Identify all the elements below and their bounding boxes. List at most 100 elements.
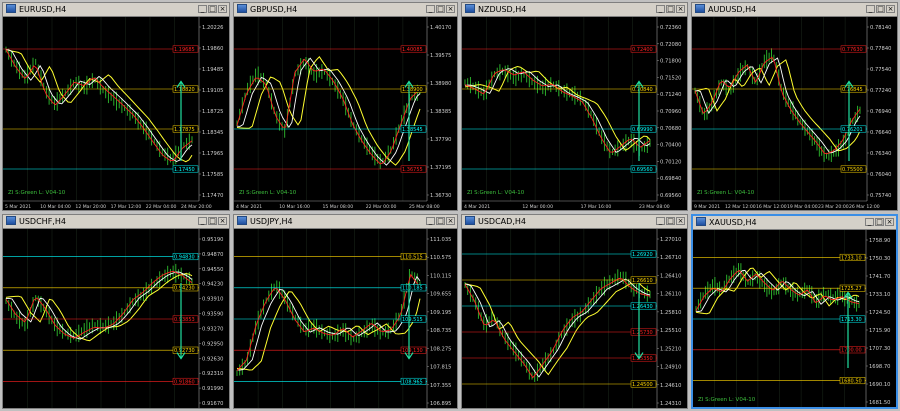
maximize-icon[interactable]: □	[876, 5, 885, 13]
price-tick-label: 1758.90	[869, 238, 890, 244]
maximize-icon[interactable]: □	[666, 217, 675, 225]
chart-title-bar[interactable]: GBPUSD,H4 _ □ ×	[234, 3, 457, 17]
chart-title-bar[interactable]: USDCHF,H4 _ □ ×	[3, 215, 229, 229]
chart-plot-area[interactable]: 1.20226 1.19860 1.19485 1.19105 1.18725 1.183…	[3, 17, 229, 210]
time-tick-label: 19 Mar 04:00	[787, 204, 818, 210]
chart-window-audusd[interactable]: AUDUSD,H4 _ □ × 0.78140 0.77840 0.77540 0.77240…	[691, 2, 898, 211]
price-tick-label: 0.93910	[202, 297, 223, 303]
price-level-label: 0.94230	[174, 286, 195, 292]
price-level-label: 1.38545	[402, 127, 423, 133]
chart-plot-area[interactable]: 0.72360 0.72080 0.71800 0.71520 0.71240 0.709…	[462, 17, 687, 210]
minimize-icon[interactable]: _	[865, 218, 874, 226]
price-tick-label: 0.94870	[202, 252, 223, 258]
price-tick-label: 107.815	[430, 365, 451, 371]
minimize-icon[interactable]: _	[198, 5, 207, 13]
chart-window-usdcad[interactable]: USDCAD,H4 _ □ × 1.27010 1.26710 1.26410 1.26110…	[461, 214, 688, 409]
price-tick-label: 1.37790	[430, 137, 451, 143]
price-tick-label: 0.95190	[202, 237, 223, 243]
price-chart: 111.035 110.575 110.115 109.655 109.195 108.7…	[234, 229, 451, 408]
chart-plot-area[interactable]: 1.27010 1.26710 1.26410 1.26110 1.25810 1.255…	[462, 229, 687, 408]
price-tick-label: 1750.30	[869, 256, 890, 262]
time-tick-label: 17 Mar 12:00	[111, 204, 142, 210]
chart-window-gbpusd[interactable]: GBPUSD,H4 _ □ × 1.40170 1.39575 1.38980 1.38385…	[233, 2, 458, 211]
chart-window-xauusd[interactable]: XAUUSD,H4 _ □ × 1758.90 1750.30 1741.70 1733.10…	[691, 214, 898, 409]
chart-title-bar[interactable]: USDCAD,H4 _ □ ×	[462, 215, 687, 229]
time-tick-label: 15 Mar 08:00	[323, 204, 354, 210]
maximize-icon[interactable]: □	[666, 5, 675, 13]
price-level-label: 109.515	[402, 317, 423, 323]
chart-window-icon	[6, 4, 16, 13]
chart-title: GBPUSD,H4	[250, 5, 298, 14]
maximize-icon[interactable]: □	[875, 218, 884, 226]
price-level-label: 1.36755	[402, 167, 423, 173]
chart-plot-area[interactable]: 111.035 110.575 110.115 109.655 109.195 108.7…	[234, 229, 457, 408]
chart-window-usdchf[interactable]: USDCHF,H4 _ □ × 0.95190 0.94870 0.94550 0.94230…	[2, 214, 230, 409]
minimize-icon[interactable]: _	[866, 5, 875, 13]
chart-title-bar[interactable]: XAUUSD,H4 _ □ ×	[693, 216, 896, 230]
price-tick-label: 0.76040	[870, 172, 891, 178]
chart-window-nzdusd[interactable]: NZDUSD,H4 _ □ × 0.72360 0.72080 0.71800 0.71520…	[461, 2, 688, 211]
price-tick-label: 0.94230	[202, 282, 223, 288]
chart-window-icon	[465, 4, 475, 13]
minimize-icon[interactable]: _	[426, 5, 435, 13]
chart-title-bar[interactable]: AUDUSD,H4 _ □ ×	[692, 3, 897, 17]
price-level-label: 1.17875	[174, 127, 195, 133]
price-tick-label: 1.36730	[430, 193, 451, 199]
price-tick-label: 1.26110	[660, 292, 681, 298]
price-tick-label: 1698.70	[869, 364, 890, 370]
price-level-label: 1.38900	[402, 87, 423, 93]
price-tick-label: 0.72360	[660, 25, 681, 31]
time-tick-label: 4 Mar 2021	[236, 204, 262, 210]
chart-window-eurusd[interactable]: EURUSD,H4 _ □ × 1.20226 1.19860 1.19485 1.19105…	[2, 2, 230, 211]
price-level-label: 1713.30	[841, 317, 862, 323]
chart-window-icon	[695, 4, 705, 13]
chart-title-bar[interactable]: USDJPY,H4 _ □ ×	[234, 215, 457, 229]
chart-window-usdjpy[interactable]: USDJPY,H4 _ □ × 111.035 110.575 110.115 109.655…	[233, 214, 458, 409]
minimize-icon[interactable]: _	[426, 217, 435, 225]
maximize-icon[interactable]: □	[436, 217, 445, 225]
price-tick-label: 1741.70	[869, 274, 890, 280]
price-level-label: 1733.10	[841, 255, 862, 261]
close-icon[interactable]: ×	[885, 218, 894, 226]
price-tick-label: 1.19105	[202, 88, 223, 94]
chart-plot-area[interactable]: 1758.90 1750.30 1741.70 1733.10 1724.50 1715.…	[693, 230, 896, 407]
chart-window-icon	[237, 4, 247, 13]
time-tick-label: 16 Mar 12:00	[756, 204, 787, 210]
close-icon[interactable]: ×	[218, 5, 227, 13]
minimize-icon[interactable]: _	[198, 217, 207, 225]
time-tick-label: 26 Mar 12:00	[849, 204, 880, 210]
time-tick-label: 22 Mar 04:00	[146, 204, 177, 210]
price-level-label: 0.76201	[842, 127, 863, 133]
close-icon[interactable]: ×	[446, 5, 455, 13]
time-tick-label: 22 Mar 00:00	[366, 204, 397, 210]
price-tick-label: 1.17965	[202, 151, 223, 157]
price-chart: 0.72360 0.72080 0.71800 0.71520 0.71240 0.709…	[462, 17, 681, 210]
chart-title: XAUUSD,H4	[709, 218, 757, 227]
price-tick-label: 0.69840	[660, 176, 681, 182]
minimize-icon[interactable]: _	[656, 217, 665, 225]
chart-title-bar[interactable]: NZDUSD,H4 _ □ ×	[462, 3, 687, 17]
maximize-icon[interactable]: □	[208, 217, 217, 225]
indicator-note: ZI S:Green L: V04-10	[239, 190, 297, 196]
maximize-icon[interactable]: □	[436, 5, 445, 13]
maximize-icon[interactable]: □	[208, 5, 217, 13]
price-tick-label: 1.24310	[660, 401, 681, 407]
time-tick-label: 23 Mar 08:00	[639, 204, 670, 210]
chart-plot-area[interactable]: 1.40170 1.39575 1.38980 1.38385 1.37790 1.371…	[234, 17, 457, 210]
chart-title-bar[interactable]: EURUSD,H4 _ □ ×	[3, 3, 229, 17]
chart-title: AUDUSD,H4	[708, 5, 757, 14]
price-level-label: 0.69990	[632, 127, 653, 133]
close-icon[interactable]: ×	[446, 217, 455, 225]
chart-window-icon	[696, 217, 706, 226]
price-tick-label: 1.38385	[430, 109, 451, 115]
close-icon[interactable]: ×	[218, 217, 227, 225]
minimize-icon[interactable]: _	[656, 5, 665, 13]
price-tick-label: 1.17470	[202, 193, 223, 199]
close-icon[interactable]: ×	[676, 217, 685, 225]
close-icon[interactable]: ×	[676, 5, 685, 13]
chart-plot-area[interactable]: 0.78140 0.77840 0.77540 0.77240 0.76940 0.766…	[692, 17, 897, 210]
close-icon[interactable]: ×	[886, 5, 895, 13]
ma-slow-line	[5, 273, 193, 342]
price-level-label: 1.26920	[632, 252, 653, 258]
chart-plot-area[interactable]: 0.95190 0.94870 0.94550 0.94230 0.93910 0.935…	[3, 229, 229, 408]
